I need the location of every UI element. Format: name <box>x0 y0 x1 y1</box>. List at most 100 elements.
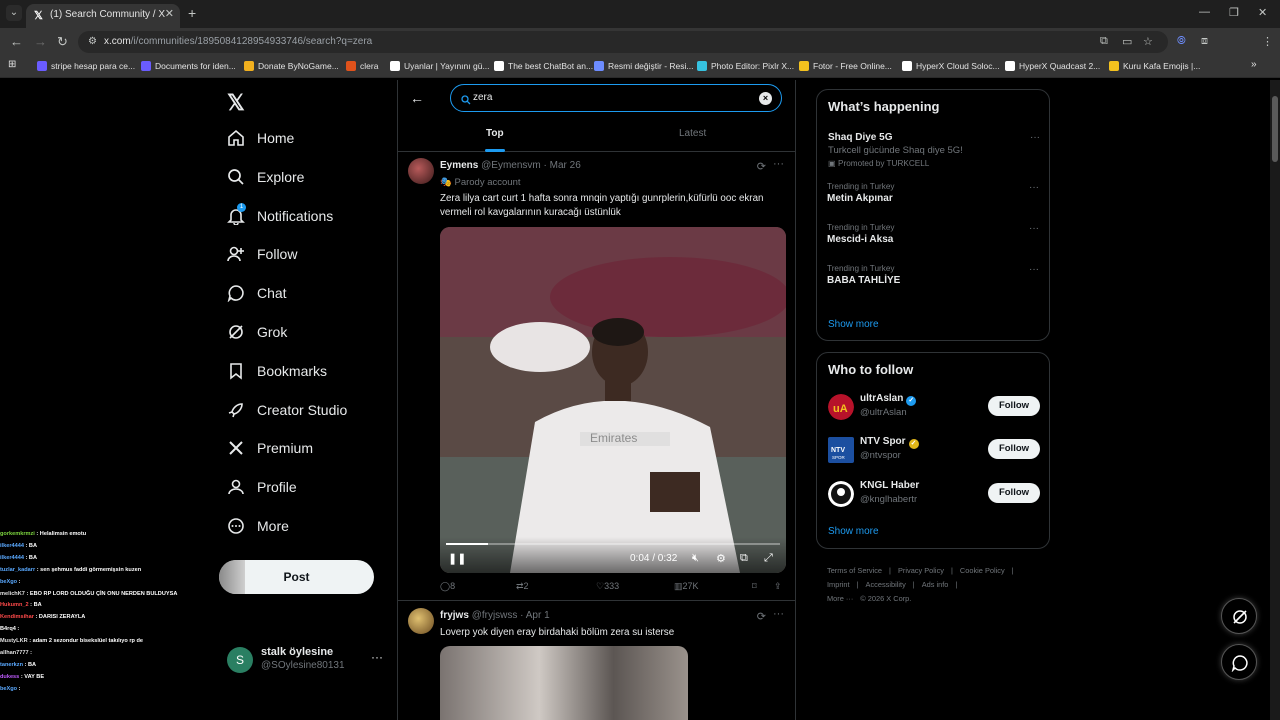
trend-item[interactable]: Trending in Turkey BABA TAHLİYE ··· <box>827 264 1039 286</box>
post-author[interactable]: Eymens @Eymensvm · Mar 26 <box>440 160 581 171</box>
settings-icon[interactable]: ⚙ <box>716 552 726 565</box>
back-arrow-icon[interactable]: ← <box>410 90 424 106</box>
bookmark-item[interactable]: Resmi değiştir - Resi... <box>594 61 694 71</box>
fullscreen-icon[interactable]: ⤢ <box>764 552 773 565</box>
follow-button[interactable]: Follow <box>988 483 1040 503</box>
reload-icon[interactable]: ↻ <box>57 34 68 50</box>
tab-top[interactable]: Top <box>486 128 504 139</box>
nav-item-explore[interactable]: Explore <box>227 165 304 189</box>
show-more-link[interactable]: Show more <box>828 526 879 537</box>
bookmark-item[interactable]: HyperX Cloud Soloc... <box>902 61 1000 71</box>
follow-suggestion[interactable]: NTV SPOR NTV Spor ✓ @ntvspor Follow <box>828 436 1040 466</box>
tab-latest[interactable]: Latest <box>679 128 706 139</box>
tab-search-button[interactable]: ⌄ <box>6 5 22 21</box>
nav-item-creator-studio[interactable]: Creator Studio <box>227 398 347 422</box>
bookmark-item[interactable]: clera <box>346 61 378 71</box>
grok-icon[interactable]: ⟳ <box>757 610 766 623</box>
grok-icon[interactable]: ⟳ <box>757 160 766 173</box>
nav-item-bookmarks[interactable]: Bookmarks <box>227 359 327 383</box>
minimize-icon[interactable]: — <box>1199 6 1210 18</box>
post-author[interactable]: fryjws @fryjswss · Apr 1 <box>440 610 550 621</box>
follow-button[interactable]: Follow <box>988 439 1040 459</box>
close-window-icon[interactable]: ✕ <box>1258 6 1267 19</box>
avatar[interactable] <box>408 608 434 634</box>
footer-link[interactable]: Imprint <box>827 580 850 589</box>
search-input[interactable]: zera × <box>450 84 782 112</box>
account-switcher[interactable]: S stalk öylesine @SOylesine80131 ··· <box>227 644 387 674</box>
footer-link[interactable]: Terms of Service <box>827 566 882 575</box>
clear-search-icon[interactable]: × <box>759 92 772 105</box>
post[interactable]: Eymens @Eymensvm · Mar 26 🎭 Parody accou… <box>398 152 796 602</box>
apps-icon[interactable]: ⊞ <box>8 59 16 70</box>
views-button[interactable]: ▥ 27K <box>674 581 699 592</box>
video-progress[interactable] <box>446 543 780 545</box>
reply-button[interactable]: ◯ 8 <box>440 581 455 592</box>
back-icon[interactable]: ← <box>10 34 23 49</box>
page-scrollbar[interactable] <box>1270 80 1280 720</box>
post-button[interactable]: Post <box>219 560 374 594</box>
footer-link[interactable]: Privacy Policy <box>898 566 944 575</box>
nav-item-profile[interactable]: Profile <box>227 475 297 499</box>
trend-item[interactable]: Trending in Turkey Mescid-i Aksa ··· <box>827 223 1039 245</box>
nav-item-home[interactable]: Home <box>227 126 294 150</box>
bookmark-item[interactable]: The best ChatBot an... <box>494 61 593 71</box>
share-icon[interactable]: ⇪ <box>774 581 782 592</box>
nav-item-premium[interactable]: Premium <box>227 436 313 460</box>
bookmark-item[interactable]: Photo Editor: Pixlr X... <box>697 61 794 71</box>
more-dots-icon[interactable]: ··· <box>1029 264 1039 275</box>
new-tab-icon[interactable]: + <box>188 5 196 21</box>
nav-item-chat[interactable]: Chat <box>227 281 287 305</box>
maximize-icon[interactable]: ❐ <box>1229 6 1239 19</box>
nav-item-grok[interactable]: Grok <box>227 320 287 344</box>
nav-item-more[interactable]: More <box>227 514 289 538</box>
video-player[interactable]: Emirates ❚❚ 0:04 / 0:32 🔇︎ ⚙ ⧉ ⤢ <box>440 227 786 573</box>
address-bar[interactable]: ⚙ x.com/i/communities/189508412895493374… <box>78 31 1168 53</box>
follow-suggestion[interactable]: KNGL Haber @knglhabertr Follow <box>828 480 1040 510</box>
bookmark-item[interactable]: Donate ByNoGame... <box>244 61 339 71</box>
more-dots-icon[interactable]: ··· <box>371 650 383 664</box>
post[interactable]: fryjws @fryjswss · Apr 1 ⟳ ··· Loverp yo… <box>398 602 796 720</box>
follow-suggestion[interactable]: uA ultrAslan ✓ @ultrAslan Follow <box>828 393 1040 423</box>
bookmark-item[interactable]: HyperX Quadcast 2... <box>1005 61 1100 71</box>
nav-item-follow[interactable]: Follow <box>227 242 297 266</box>
like-button[interactable]: ♡ 333 <box>596 581 619 592</box>
pip-icon[interactable]: ⧉ <box>740 552 748 565</box>
pause-icon[interactable]: ❚❚ <box>448 552 466 565</box>
star-icon[interactable]: ☆ <box>1143 35 1153 48</box>
bookmark-item[interactable]: Uyanlar | Yayınını gü... <box>390 61 490 71</box>
x-logo-icon[interactable]: 𝕏 <box>227 90 245 116</box>
more-dots-icon[interactable]: ··· <box>773 608 784 620</box>
messages-button[interactable] <box>1221 644 1257 680</box>
follow-button[interactable]: Follow <box>988 396 1040 416</box>
bookmark-icon[interactable]: ⌑ <box>752 581 757 592</box>
menu-icon[interactable]: ⋮ <box>1262 35 1273 48</box>
footer-link[interactable]: Ads info <box>922 580 949 589</box>
more-bookmarks-icon[interactable]: » <box>1251 59 1257 70</box>
post-media[interactable] <box>440 646 688 720</box>
nav-item-notifications[interactable]: 1 Notifications <box>227 202 333 228</box>
mute-icon[interactable]: 🔇︎ <box>692 552 699 565</box>
avatar[interactable] <box>408 158 434 184</box>
footer-link[interactable]: Accessibility <box>866 580 906 589</box>
extension-icon[interactable]: ⦾ <box>1177 35 1186 48</box>
bookmark-item[interactable]: stripe hesap para ce... <box>37 61 135 71</box>
trend-item[interactable]: Trending in Turkey Metin Akpınar ··· <box>827 182 1039 204</box>
show-more-link[interactable]: Show more <box>828 319 879 330</box>
browser-tab[interactable]: 𝕏 (1) Search Community / X ✕ <box>26 4 180 28</box>
promoted-trend[interactable]: Shaq Diye 5G Turkcell gücünde Shaq diye … <box>828 132 1040 168</box>
more-dots-icon[interactable]: ··· <box>1030 132 1040 143</box>
site-info-icon[interactable]: ⚙ <box>88 36 100 48</box>
more-dots-icon[interactable]: ··· <box>773 158 784 170</box>
grok-button[interactable] <box>1221 598 1257 634</box>
extensions-icon[interactable]: ⧈ <box>1201 35 1208 48</box>
translate-icon[interactable]: ⧉ <box>1100 35 1108 48</box>
footer-link[interactable]: © 2026 X Corp. <box>860 594 911 603</box>
close-tab-icon[interactable]: ✕ <box>165 7 174 20</box>
footer-link[interactable]: Cookie Policy <box>960 566 1005 575</box>
cast-icon[interactable]: ▭ <box>1122 35 1132 48</box>
more-dots-icon[interactable]: ··· <box>1029 182 1039 193</box>
forward-icon[interactable]: → <box>34 34 47 49</box>
bookmark-item[interactable]: Documents for iden... <box>141 61 236 71</box>
bookmark-item[interactable]: Fotor - Free Online... <box>799 61 892 71</box>
footer-link[interactable]: More ··· <box>827 594 853 603</box>
